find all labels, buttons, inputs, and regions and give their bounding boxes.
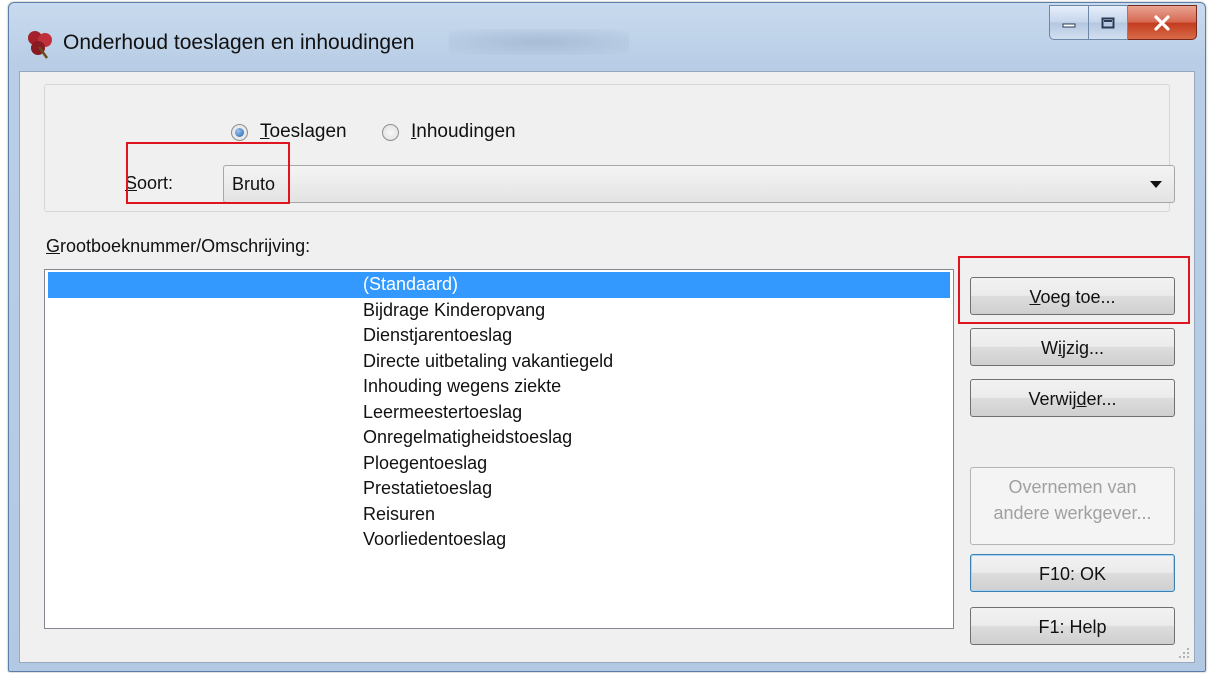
resize-grip-icon[interactable]	[1178, 647, 1190, 659]
list-item[interactable]: Onregelmatigheidstoeslag	[45, 425, 953, 451]
soort-value: Bruto	[232, 174, 276, 194]
radio-toeslagen-label: Toeslagen	[260, 121, 347, 142]
add-button[interactable]: Voeg toe...	[970, 277, 1175, 315]
list-item[interactable]: Bijdrage Kinderopvang	[45, 298, 953, 324]
list-item[interactable]: Directe uitbetaling vakantiegeld	[45, 349, 953, 375]
title-bar[interactable]: Onderhoud toeslagen en inhoudingen	[9, 3, 1205, 71]
copy-button-line1: Overnemen van	[1008, 477, 1137, 497]
chevron-down-icon[interactable]	[1150, 181, 1162, 188]
list-item[interactable]: Ploegentoeslag	[45, 451, 953, 477]
edit-button[interactable]: Wijzig...	[970, 328, 1175, 366]
soort-dropdown[interactable]: Bruto	[223, 165, 1175, 203]
close-button[interactable]	[1128, 5, 1197, 40]
radio-toeslagen[interactable]: Toeslagen	[231, 121, 347, 143]
list-item[interactable]: Dienstjarentoeslag	[45, 323, 953, 349]
radio-selected-icon	[231, 123, 248, 141]
copy-from-employer-button[interactable]: Overnemen van andere werkgever...	[970, 467, 1175, 545]
list-item[interactable]: Reisuren	[45, 502, 953, 528]
radio-inhoudingen-label: Inhoudingen	[411, 121, 516, 142]
list-item[interactable]: (Standaard)	[48, 272, 950, 298]
radio-unselected-icon	[382, 123, 399, 141]
list-item[interactable]: Inhouding wegens ziekte	[45, 374, 953, 400]
radio-inhoudingen[interactable]: Inhoudingen	[382, 121, 516, 143]
list-label: Grootboeknummer/Omschrijving:	[46, 236, 311, 256]
cloverleaf-app-icon	[28, 31, 52, 59]
close-icon	[1154, 14, 1170, 31]
dialog-window: Onderhoud toeslagen en inhoudingen Toesl…	[8, 2, 1206, 672]
selection-group: Toeslagen Inhoudingen Soort: Bruto	[44, 84, 1175, 212]
ok-button[interactable]: F10: OK	[970, 554, 1175, 592]
grootboek-listbox[interactable]: (Standaard) Bijdrage Kinderopvang Dienstja…	[44, 269, 954, 629]
maximize-button[interactable]	[1089, 5, 1128, 40]
help-button[interactable]: F1: Help	[970, 607, 1175, 645]
dialog-client-area: Toeslagen Inhoudingen Soort: Bruto Groot…	[19, 71, 1195, 663]
delete-button[interactable]: Verwijder...	[970, 379, 1175, 417]
title-bar-glass	[449, 29, 629, 55]
list-item[interactable]: Voorliedentoeslag	[45, 527, 953, 553]
list-item[interactable]: Leermeestertoeslag	[45, 400, 953, 426]
soort-label: Soort:	[125, 173, 174, 193]
caption-buttons	[1049, 5, 1197, 41]
window-title: Onderhoud toeslagen en inhoudingen	[63, 31, 415, 54]
minimize-button[interactable]	[1049, 5, 1089, 40]
copy-button-line2: andere werkgever...	[993, 503, 1152, 523]
maximize-icon	[1101, 17, 1115, 28]
minimize-icon	[1062, 23, 1076, 27]
list-item[interactable]: Prestatietoeslag	[45, 476, 953, 502]
